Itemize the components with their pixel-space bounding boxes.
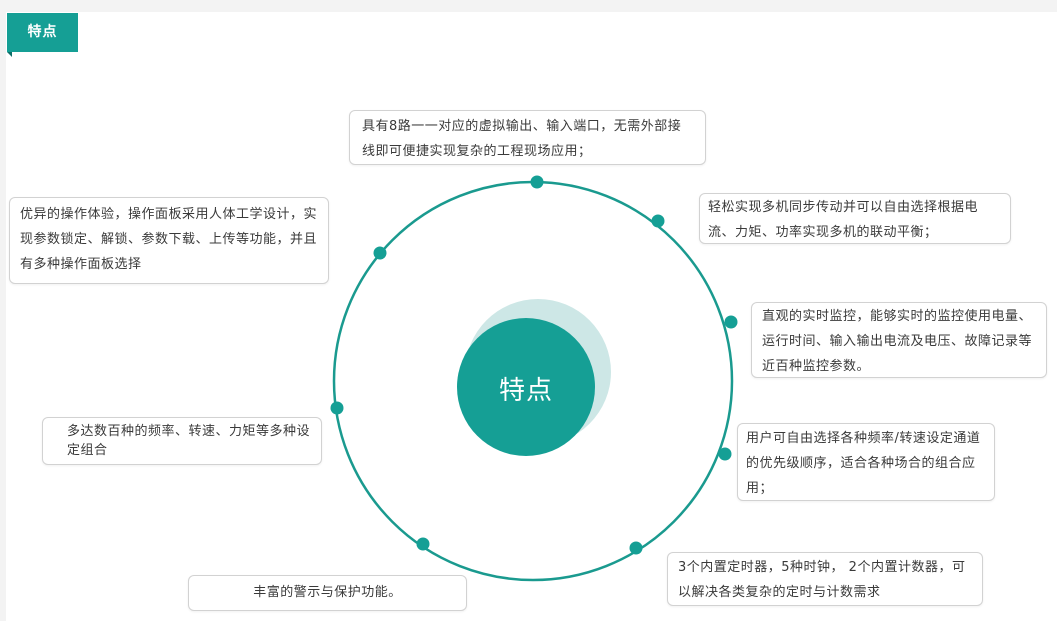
feature-box-protection: 丰富的警示与保护功能。	[188, 575, 467, 611]
center-label: 特点	[498, 376, 553, 406]
feature-box-realtime-monitoring: 直观的实时监控，能够实时的监控使用电量、运行时间、输入输出电流及电压、故障记录等…	[751, 302, 1047, 378]
feature-box-channel-priority: 用户可自由选择各种频率/转速设定通道的优先级顺序，适合各种场合的组合应用；	[737, 423, 995, 501]
ring-node-bottom-left	[416, 537, 430, 551]
ring-node-bottom-right	[629, 541, 643, 555]
feature-box-multi-drive-sync: 轻松实现多机同步传动并可以自由选择根据电流、力矩、功率实现多机的联动平衡；	[699, 193, 1011, 244]
page: 特点 特点 具有8路一一对应的虚拟输出、输入端口，无需外部接线即可便捷实现复杂的…	[0, 0, 1057, 621]
feature-box-operation-experience: 优异的操作体验，操作面板采用人体工学设计，实现参数锁定、解锁、参数下载、上传等功…	[9, 197, 329, 284]
ring-node-top	[530, 175, 544, 189]
feature-box-timers-counters: 3个内置定时器，5种时钟， 2个内置计数器，可以解决各类复杂的定时与计数需求	[667, 552, 983, 606]
ring-node-top-right	[651, 214, 665, 228]
feature-box-setting-combinations: 多达数百种的频率、转速、力矩等多种设定组合	[42, 417, 322, 465]
ring-node-right	[724, 315, 738, 329]
ring-node-left	[330, 401, 344, 415]
ring-node-top-left	[373, 246, 387, 260]
ring-node-right-lower	[718, 447, 732, 461]
feature-box-virtual-ports: 具有8路一一对应的虚拟输出、输入端口，无需外部接线即可便捷实现复杂的工程现场应用…	[349, 110, 706, 165]
